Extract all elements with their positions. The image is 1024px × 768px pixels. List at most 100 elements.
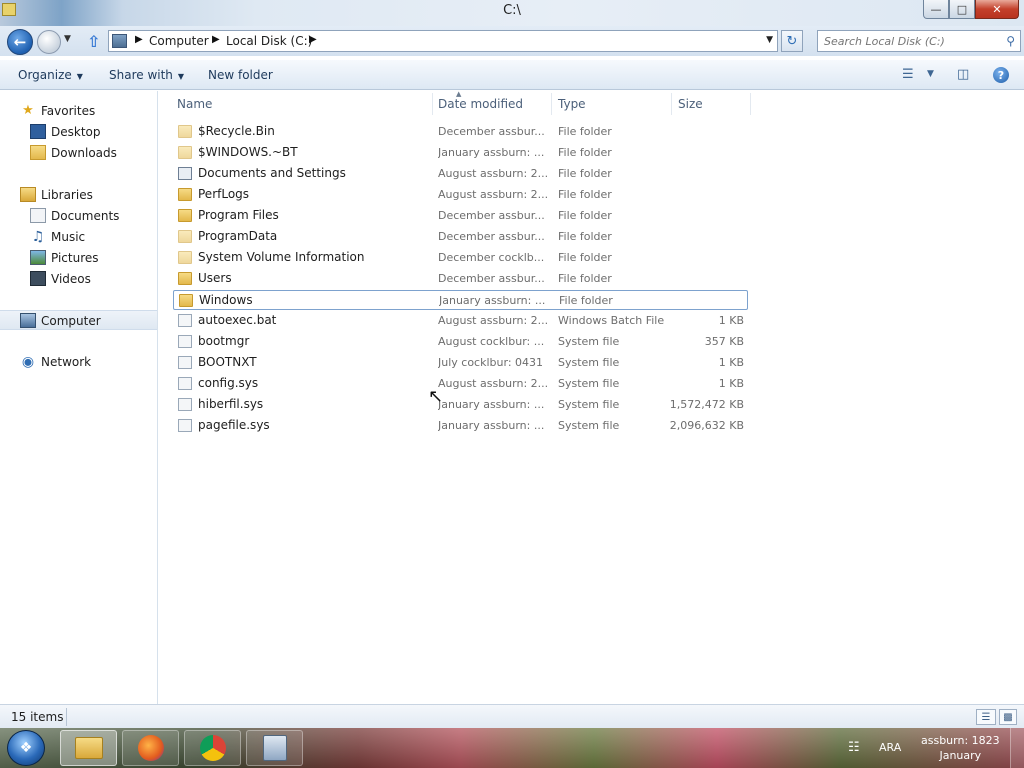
file-type: File folder [558,272,612,285]
file-row[interactable]: Documents and Settings August assburn: 2… [173,164,748,184]
file-row[interactable]: config.sys August assburn: 2... System f… [173,374,748,394]
file-row[interactable]: pagefile.sys January assburn: ... System… [173,416,748,436]
nav-desktop[interactable]: Desktop [0,122,157,142]
file-type: File folder [558,251,612,264]
organize-menu[interactable]: Organize ▼ [18,68,83,82]
column-divider[interactable] [432,93,433,115]
file-name: PerfLogs [198,187,250,201]
large-icons-view-icon[interactable]: ▩ [999,709,1017,725]
file-date: January assburn: ... [438,398,545,411]
file-date: December assbur... [438,230,545,243]
change-view-icon[interactable]: ☰ [902,67,914,82]
maximize-button[interactable]: □ [949,0,975,19]
breadcrumb-separator-icon[interactable]: ▶ [135,34,143,45]
system-file-icon [178,377,192,390]
file-row-selected[interactable]: Windows January assburn: ... File folder [173,290,748,310]
nav-computer[interactable]: Computer [0,310,157,330]
breadcrumb-separator-icon[interactable]: ▶ [309,34,317,45]
recent-pages-dropdown-icon[interactable]: ▼ [64,34,71,44]
nav-downloads[interactable]: Downloads [0,143,157,163]
column-divider[interactable] [671,93,672,115]
file-date: January assburn: ... [439,294,546,307]
refresh-button[interactable]: ↻ [781,30,803,52]
chrome-taskbar-icon[interactable] [184,730,241,766]
column-header-type[interactable]: Type [558,97,586,111]
system-file-icon [178,419,192,432]
star-icon: ★ [22,103,34,118]
preview-pane-icon[interactable]: ◫ [957,67,969,82]
search-input[interactable] [818,31,993,51]
chrome-icon [199,735,226,761]
view-options-dropdown-icon[interactable]: ▼ [927,69,934,79]
nav-libraries[interactable]: Libraries [0,185,157,205]
file-name: $Recycle.Bin [198,124,275,138]
back-button[interactable]: ← [7,29,33,55]
help-icon[interactable]: ? [993,67,1009,83]
file-row[interactable]: autoexec.bat August assburn: 2... Window… [173,311,748,331]
breadcrumb-local-disk[interactable]: Local Disk (C:) [226,34,312,48]
firefox-taskbar-icon[interactable] [122,730,179,766]
nav-music[interactable]: ♫ Music [0,227,157,247]
clock-time: assburn: 1823 [921,734,1000,747]
breadcrumb-computer[interactable]: Computer [149,34,209,48]
file-type: File folder [558,230,612,243]
language-indicator[interactable]: ARA [879,741,901,754]
navigation-row: ← ▼ ⇧ ▶ Computer ▶ Local Disk (C:) ▶ ▼ ↻… [0,26,1024,56]
search-box[interactable]: ⚲ [817,30,1021,52]
file-size: 1,572,472 KB [669,398,744,411]
file-name: BOOTNXT [198,355,257,369]
address-history-dropdown-icon[interactable]: ▼ [766,35,773,45]
file-type: Windows Batch File [558,314,665,327]
show-desktop-button[interactable] [1010,728,1024,768]
folder-icon [178,125,192,138]
shortcut-folder-icon [178,167,192,180]
details-view-icon[interactable]: ☰ [976,709,996,725]
windows-explorer-taskbar-icon[interactable] [60,730,117,766]
network-icon: ◉ [21,353,35,370]
up-arrow-icon[interactable]: ⇧ [87,32,100,51]
start-button[interactable]: ❖ [7,730,45,766]
nav-pictures[interactable]: Pictures [0,248,157,268]
column-divider[interactable] [551,93,552,115]
forward-button[interactable] [37,30,61,54]
command-bar: Organize ▼ Share with ▼ New folder ☰ ▼ ◫ ? [0,60,1024,90]
new-folder-button[interactable]: New folder [208,68,273,82]
file-row[interactable]: PerfLogs August assburn: 2... File folde… [173,185,748,205]
file-name: Documents and Settings [198,166,346,180]
close-button[interactable]: ✕ [975,0,1019,19]
media-player-taskbar-icon[interactable] [246,730,303,766]
address-bar[interactable]: ▶ Computer ▶ Local Disk (C:) ▶ ▼ [108,30,778,52]
clock[interactable]: assburn: 1823 January [921,733,1000,763]
file-row[interactable]: Program Files December assbur... File fo… [173,206,748,226]
column-divider[interactable] [750,93,751,115]
nav-network[interactable]: ◉ Network [0,352,157,372]
minimize-button[interactable]: — [923,0,949,19]
file-row[interactable]: bootmgr August cocklbur: ... System file… [173,332,748,352]
status-divider [66,708,67,726]
status-bar: 15 items ☰ ▩ [0,704,1024,728]
file-row[interactable]: ProgramData December assbur... File fold… [173,227,748,247]
file-row[interactable]: hiberfil.sys January assburn: ... System… [173,395,748,415]
nav-favorites[interactable]: ★ Favorites [0,101,157,121]
computer-location-icon [112,34,127,48]
search-icon[interactable]: ⚲ [1006,34,1015,48]
file-date: January assburn: ... [438,419,545,432]
file-row[interactable]: Users December assbur... File folder [173,269,748,289]
column-header-name[interactable]: Name [177,97,212,111]
share-with-menu[interactable]: Share with ▼ [109,68,184,82]
file-date: December assbur... [438,125,545,138]
file-row[interactable]: System Volume Information December cockl… [173,248,748,268]
file-size: 2,096,632 KB [669,419,744,432]
file-name: Program Files [198,208,279,222]
breadcrumb-separator-icon[interactable]: ▶ [212,34,220,45]
nav-documents[interactable]: Documents [0,206,157,226]
network-tray-icon[interactable]: ☷ [848,740,860,755]
column-header-size[interactable]: Size [678,97,703,111]
file-row[interactable]: $Recycle.Bin December assbur... File fol… [173,122,748,142]
firefox-icon [137,735,164,761]
file-row[interactable]: $WINDOWS.~BT January assburn: ... File f… [173,143,748,163]
nav-videos[interactable]: Videos [0,269,157,289]
file-row[interactable]: BOOTNXT July cocklbur: 0431 System file … [173,353,748,373]
column-header-date[interactable]: Date modified [438,97,523,111]
file-type: File folder [558,146,612,159]
